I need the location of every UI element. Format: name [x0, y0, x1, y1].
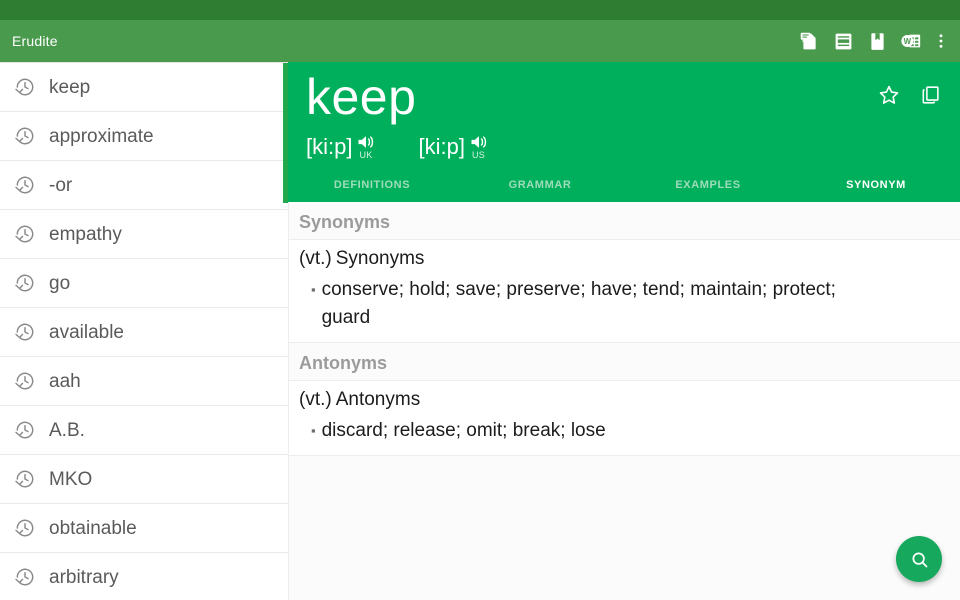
history-item[interactable]: go [0, 259, 288, 308]
history-item-label: aah [49, 372, 81, 391]
word-list-row: ▪discard; release; omit; break; lose [299, 417, 950, 445]
word-list: discard; release; omit; break; lose [322, 417, 606, 445]
search-icon [909, 549, 930, 570]
history-icon [14, 517, 36, 539]
pronunciation-uk-region: UK [359, 150, 372, 160]
word-of-day-icon[interactable]: W [894, 20, 928, 62]
history-item[interactable]: keep [0, 63, 288, 112]
history-icon [14, 370, 36, 392]
speaker-icon [356, 132, 376, 152]
history-icon [14, 468, 36, 490]
part-of-speech-tag: (vt.) [299, 387, 332, 413]
status-bar [0, 0, 960, 20]
history-item[interactable]: available [0, 308, 288, 357]
history-item-label: arbitrary [49, 568, 119, 587]
bullet-icon: ▪ [311, 276, 316, 332]
pronunciation-uk[interactable]: [ki:p] UK [306, 134, 382, 168]
history-icon [14, 174, 36, 196]
history-item-label: go [49, 274, 70, 293]
history-item-label: empathy [49, 225, 122, 244]
translate-note-icon[interactable] [792, 20, 826, 62]
tab-synonym[interactable]: SYNONYM [792, 178, 960, 202]
section-title: Antonyms [336, 387, 420, 413]
entry-header-actions [868, 74, 952, 116]
history-icon [14, 76, 36, 98]
app-root: Erudite [0, 0, 960, 600]
history-icon [14, 419, 36, 441]
page-title: keep [306, 68, 960, 126]
history-item-label: approximate [49, 127, 154, 146]
entry-panel: keep [ki:p] UK [ki:p] [288, 62, 960, 600]
section-block: (vt.)Synonyms ▪conserve; hold; save; pres… [289, 239, 960, 343]
app-title: Erudite [12, 33, 58, 49]
speaker-us-wrap[interactable]: US [469, 134, 495, 168]
history-item-label: MKO [49, 470, 92, 489]
entry-tabs: DEFINITIONSGRAMMAREXAMPLESSYNONYM [288, 178, 960, 202]
section-heading: Antonyms [289, 343, 960, 380]
overflow-menu-icon[interactable] [928, 20, 954, 62]
speaker-icon [469, 132, 489, 152]
history-item-label: available [49, 323, 124, 342]
history-item[interactable]: -or [0, 161, 288, 210]
history-item[interactable]: approximate [0, 112, 288, 161]
history-icon [14, 125, 36, 147]
history-item-label: obtainable [49, 519, 137, 538]
favorite-star-icon[interactable] [868, 74, 910, 116]
history-icon [14, 566, 36, 588]
pronunciation-uk-ipa: [ki:p] [306, 134, 352, 160]
pronunciation-us[interactable]: [ki:p] US [418, 134, 494, 168]
tab-grammar[interactable]: GRAMMAR [456, 178, 624, 202]
app-bar: Erudite [0, 20, 960, 62]
history-item-label: keep [49, 78, 90, 97]
history-item-label: -or [49, 176, 72, 195]
section-title: Synonyms [336, 246, 425, 272]
entry-body: Synonyms(vt.)Synonyms▪conserve; hold; sa… [288, 202, 960, 600]
history-icon [14, 272, 36, 294]
speaker-uk-wrap[interactable]: UK [356, 134, 382, 168]
word-list: conserve; hold; save; preserve; have; te… [322, 276, 887, 332]
history-icon [14, 223, 36, 245]
svg-text:W: W [904, 37, 912, 46]
search-fab[interactable] [896, 536, 942, 582]
history-item[interactable]: aah [0, 357, 288, 406]
section-heading: Synonyms [289, 202, 960, 239]
pronunciation-us-ipa: [ki:p] [418, 134, 464, 160]
pronunciation-group: [ki:p] UK [ki:p] [306, 134, 960, 168]
history-item[interactable]: MKO [0, 455, 288, 504]
part-of-speech-line: (vt.)Antonyms [299, 387, 950, 413]
history-list: keep approximate -or empathy go available aah A… [0, 63, 288, 600]
history-item[interactable]: empathy [0, 210, 288, 259]
word-list-row: ▪conserve; hold; save; preserve; have; t… [299, 276, 950, 332]
history-item[interactable]: arbitrary [0, 553, 288, 600]
copy-icon[interactable] [910, 74, 952, 116]
history-icon [14, 321, 36, 343]
part-of-speech-line: (vt.)Synonyms [299, 246, 950, 272]
tab-examples[interactable]: EXAMPLES [624, 178, 792, 202]
history-item-label: A.B. [49, 421, 85, 440]
bookmark-book-icon[interactable] [860, 20, 894, 62]
tab-definitions[interactable]: DEFINITIONS [288, 178, 456, 202]
app-bar-actions: W [792, 20, 960, 62]
section-block: (vt.)Antonyms ▪discard; release; omit; br… [289, 380, 960, 456]
history-sidebar[interactable]: keep approximate -or empathy go available aah A… [0, 62, 288, 600]
history-item[interactable]: obtainable [0, 504, 288, 553]
pronunciation-us-region: US [472, 150, 485, 160]
word-header: keep [ki:p] UK [ki:p] [288, 62, 960, 202]
history-item[interactable]: A.B. [0, 406, 288, 455]
part-of-speech-tag: (vt.) [299, 246, 332, 272]
bullet-icon: ▪ [311, 417, 316, 445]
article-icon[interactable] [826, 20, 860, 62]
